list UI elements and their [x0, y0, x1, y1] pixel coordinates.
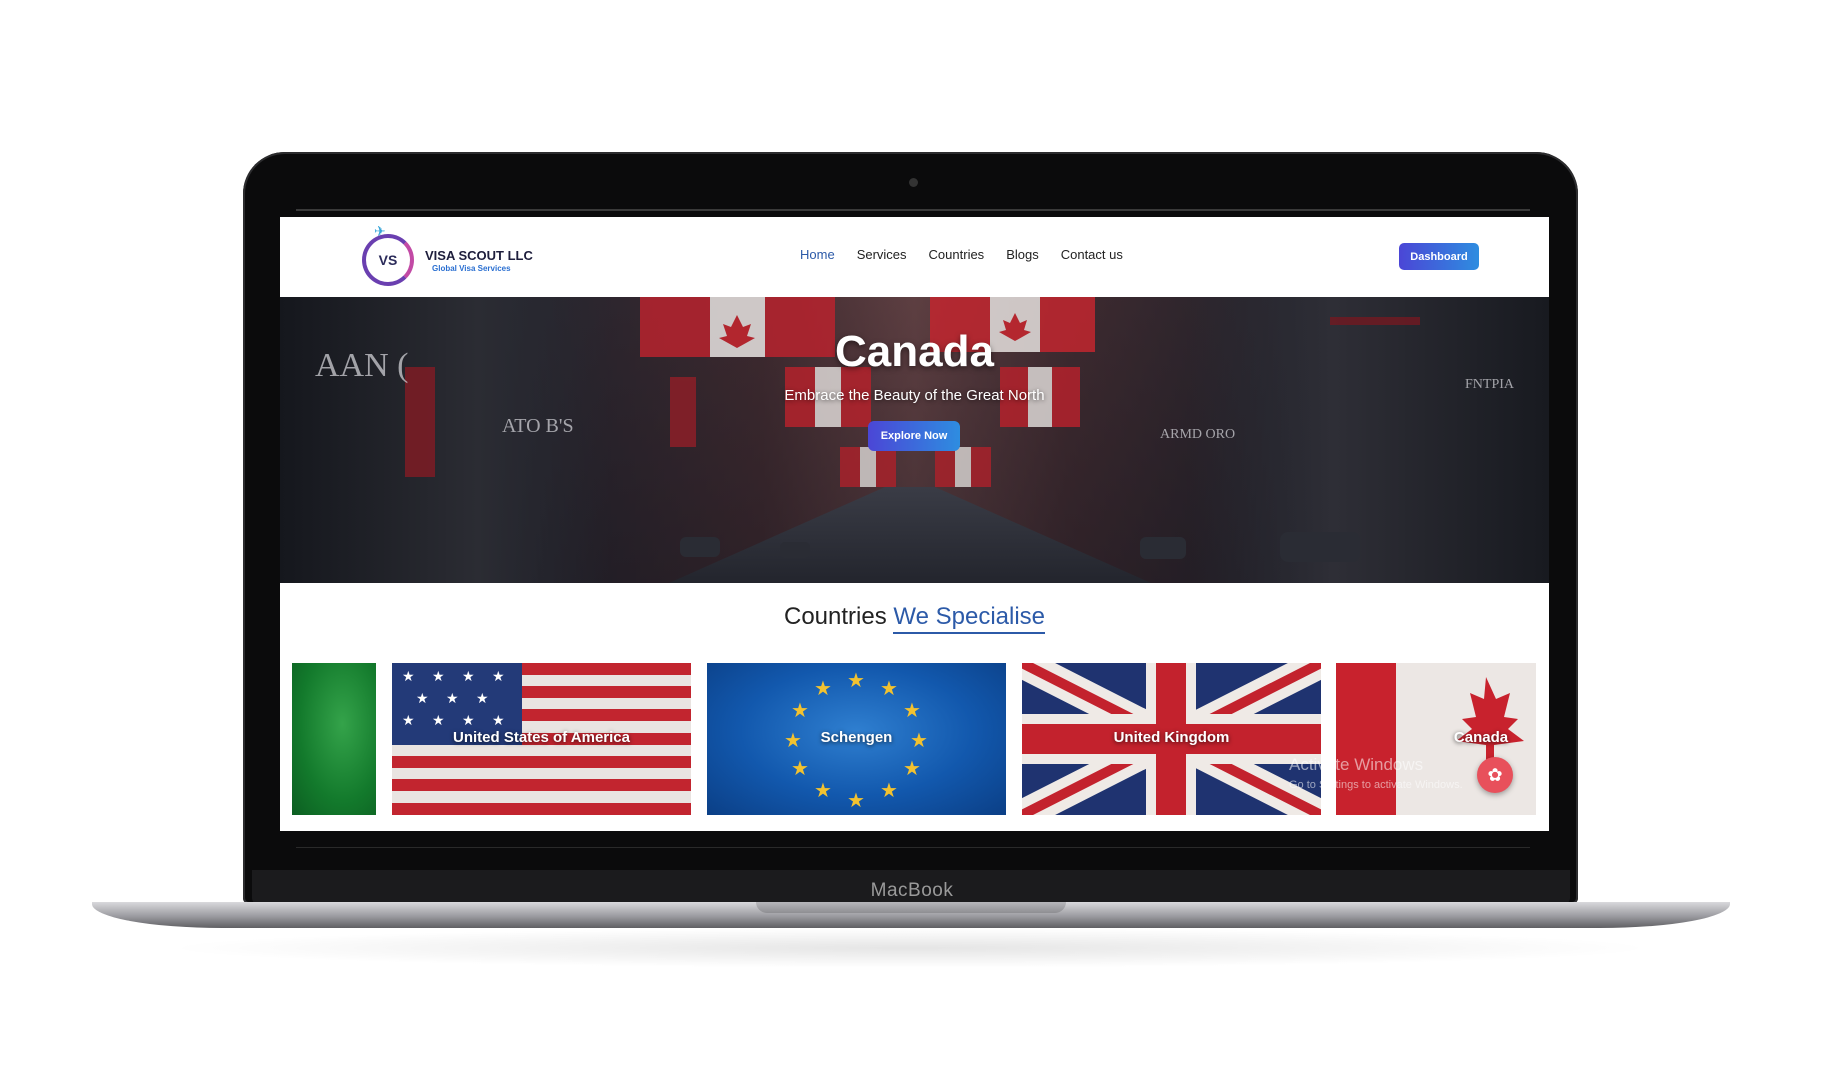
- svg-text:★: ★: [880, 676, 898, 700]
- site-logo[interactable]: ✈ VS VISA SCOUT LLC Global Visa Services: [360, 224, 533, 292]
- nav-services[interactable]: Services: [857, 247, 907, 262]
- hero-title: Canada: [835, 327, 994, 376]
- gear-icon: ✿: [1487, 764, 1503, 786]
- section-title-accent: We Specialise: [893, 603, 1046, 634]
- country-card-label: Canada: [1453, 729, 1509, 746]
- watermark-line1: Activate Windows: [1289, 755, 1424, 774]
- svg-text:★: ★: [847, 788, 865, 812]
- explore-now-button[interactable]: Explore Now: [868, 421, 960, 451]
- svg-text:★: ★: [492, 669, 505, 685]
- windows-activation-watermark: Activate Windows Go to Settings to activ…: [1289, 755, 1463, 791]
- hero-subtitle: Embrace the Beauty of the Great North: [784, 387, 1045, 404]
- dashboard-button[interactable]: Dashboard: [1399, 243, 1479, 270]
- webcam: [909, 178, 918, 187]
- nav-blogs[interactable]: Blogs: [1006, 247, 1039, 262]
- svg-text:★: ★: [402, 713, 415, 729]
- svg-text:★: ★: [492, 713, 505, 729]
- svg-text:★: ★: [462, 669, 475, 685]
- logo-initials: VS: [378, 252, 398, 268]
- site-header: ✈ VS VISA SCOUT LLC Global Visa Services…: [280, 217, 1549, 297]
- country-card-schengen[interactable]: ★ ★ ★ ★ ★ ★ ★ ★ ★ ★ ★ ★ Schengen: [707, 663, 1006, 815]
- laptop-shadow: [160, 928, 1660, 968]
- nav-home[interactable]: Home: [800, 247, 835, 262]
- hero-banner: AAN ( ATO B'S FNTPIA ARMD ORO Canada Emb…: [280, 297, 1549, 583]
- hero-sign-left-2: ATO B'S: [502, 415, 574, 437]
- watermark-line2: Go to Settings to activate Windows.: [1289, 779, 1463, 791]
- svg-text:★: ★: [847, 668, 865, 692]
- section-title-prefix: Countries: [783, 603, 887, 630]
- macbook-label: MacBook: [870, 880, 954, 901]
- hero-sign-right-2: ARMD ORO: [1160, 427, 1236, 442]
- bezel-edge: [296, 209, 1530, 211]
- floating-settings-button[interactable]: ✿: [1477, 757, 1513, 793]
- logo-emblem: VS: [362, 234, 414, 286]
- svg-text:★: ★: [903, 698, 921, 722]
- nav-contact[interactable]: Contact us: [1061, 247, 1123, 262]
- country-card-label: United Kingdom: [1113, 729, 1230, 746]
- nav-countries[interactable]: Countries: [929, 247, 985, 262]
- svg-text:★: ★: [476, 691, 489, 707]
- country-card-label: United States of America: [453, 729, 630, 746]
- svg-text:★: ★: [446, 691, 459, 707]
- country-card-uk[interactable]: United Kingdom: [1022, 663, 1321, 815]
- svg-text:★: ★: [416, 691, 429, 707]
- svg-text:★: ★: [814, 778, 832, 802]
- svg-text:★: ★: [903, 756, 921, 780]
- country-card-partial[interactable]: [292, 663, 376, 815]
- svg-text:★: ★: [402, 669, 415, 685]
- bezel-edge-bottom: [296, 847, 1530, 848]
- svg-text:★: ★: [880, 778, 898, 802]
- svg-text:★: ★: [432, 669, 445, 685]
- svg-text:★: ★: [432, 713, 445, 729]
- logo-name: VISA SCOUT LLC: [425, 248, 533, 263]
- country-card-label: Schengen: [820, 729, 893, 746]
- main-nav: Home Services Countries Blogs Contact us: [800, 247, 1123, 262]
- logo-tagline: Global Visa Services: [432, 264, 511, 273]
- browser-screen: ✈ VS VISA SCOUT LLC Global Visa Services…: [280, 217, 1549, 831]
- country-card-canada[interactable]: Canada: [1336, 663, 1536, 815]
- svg-text:★: ★: [791, 698, 809, 722]
- laptop-notch: [756, 902, 1066, 913]
- svg-text:★: ★: [791, 756, 809, 780]
- country-card-usa[interactable]: ★ ★ ★ ★ ★ ★ ★ ★ ★ ★ ★ United States of America: [392, 663, 691, 815]
- section-title: Countries We Specialise: [280, 603, 1549, 634]
- svg-text:★: ★: [814, 676, 832, 700]
- svg-text:★: ★: [462, 713, 475, 729]
